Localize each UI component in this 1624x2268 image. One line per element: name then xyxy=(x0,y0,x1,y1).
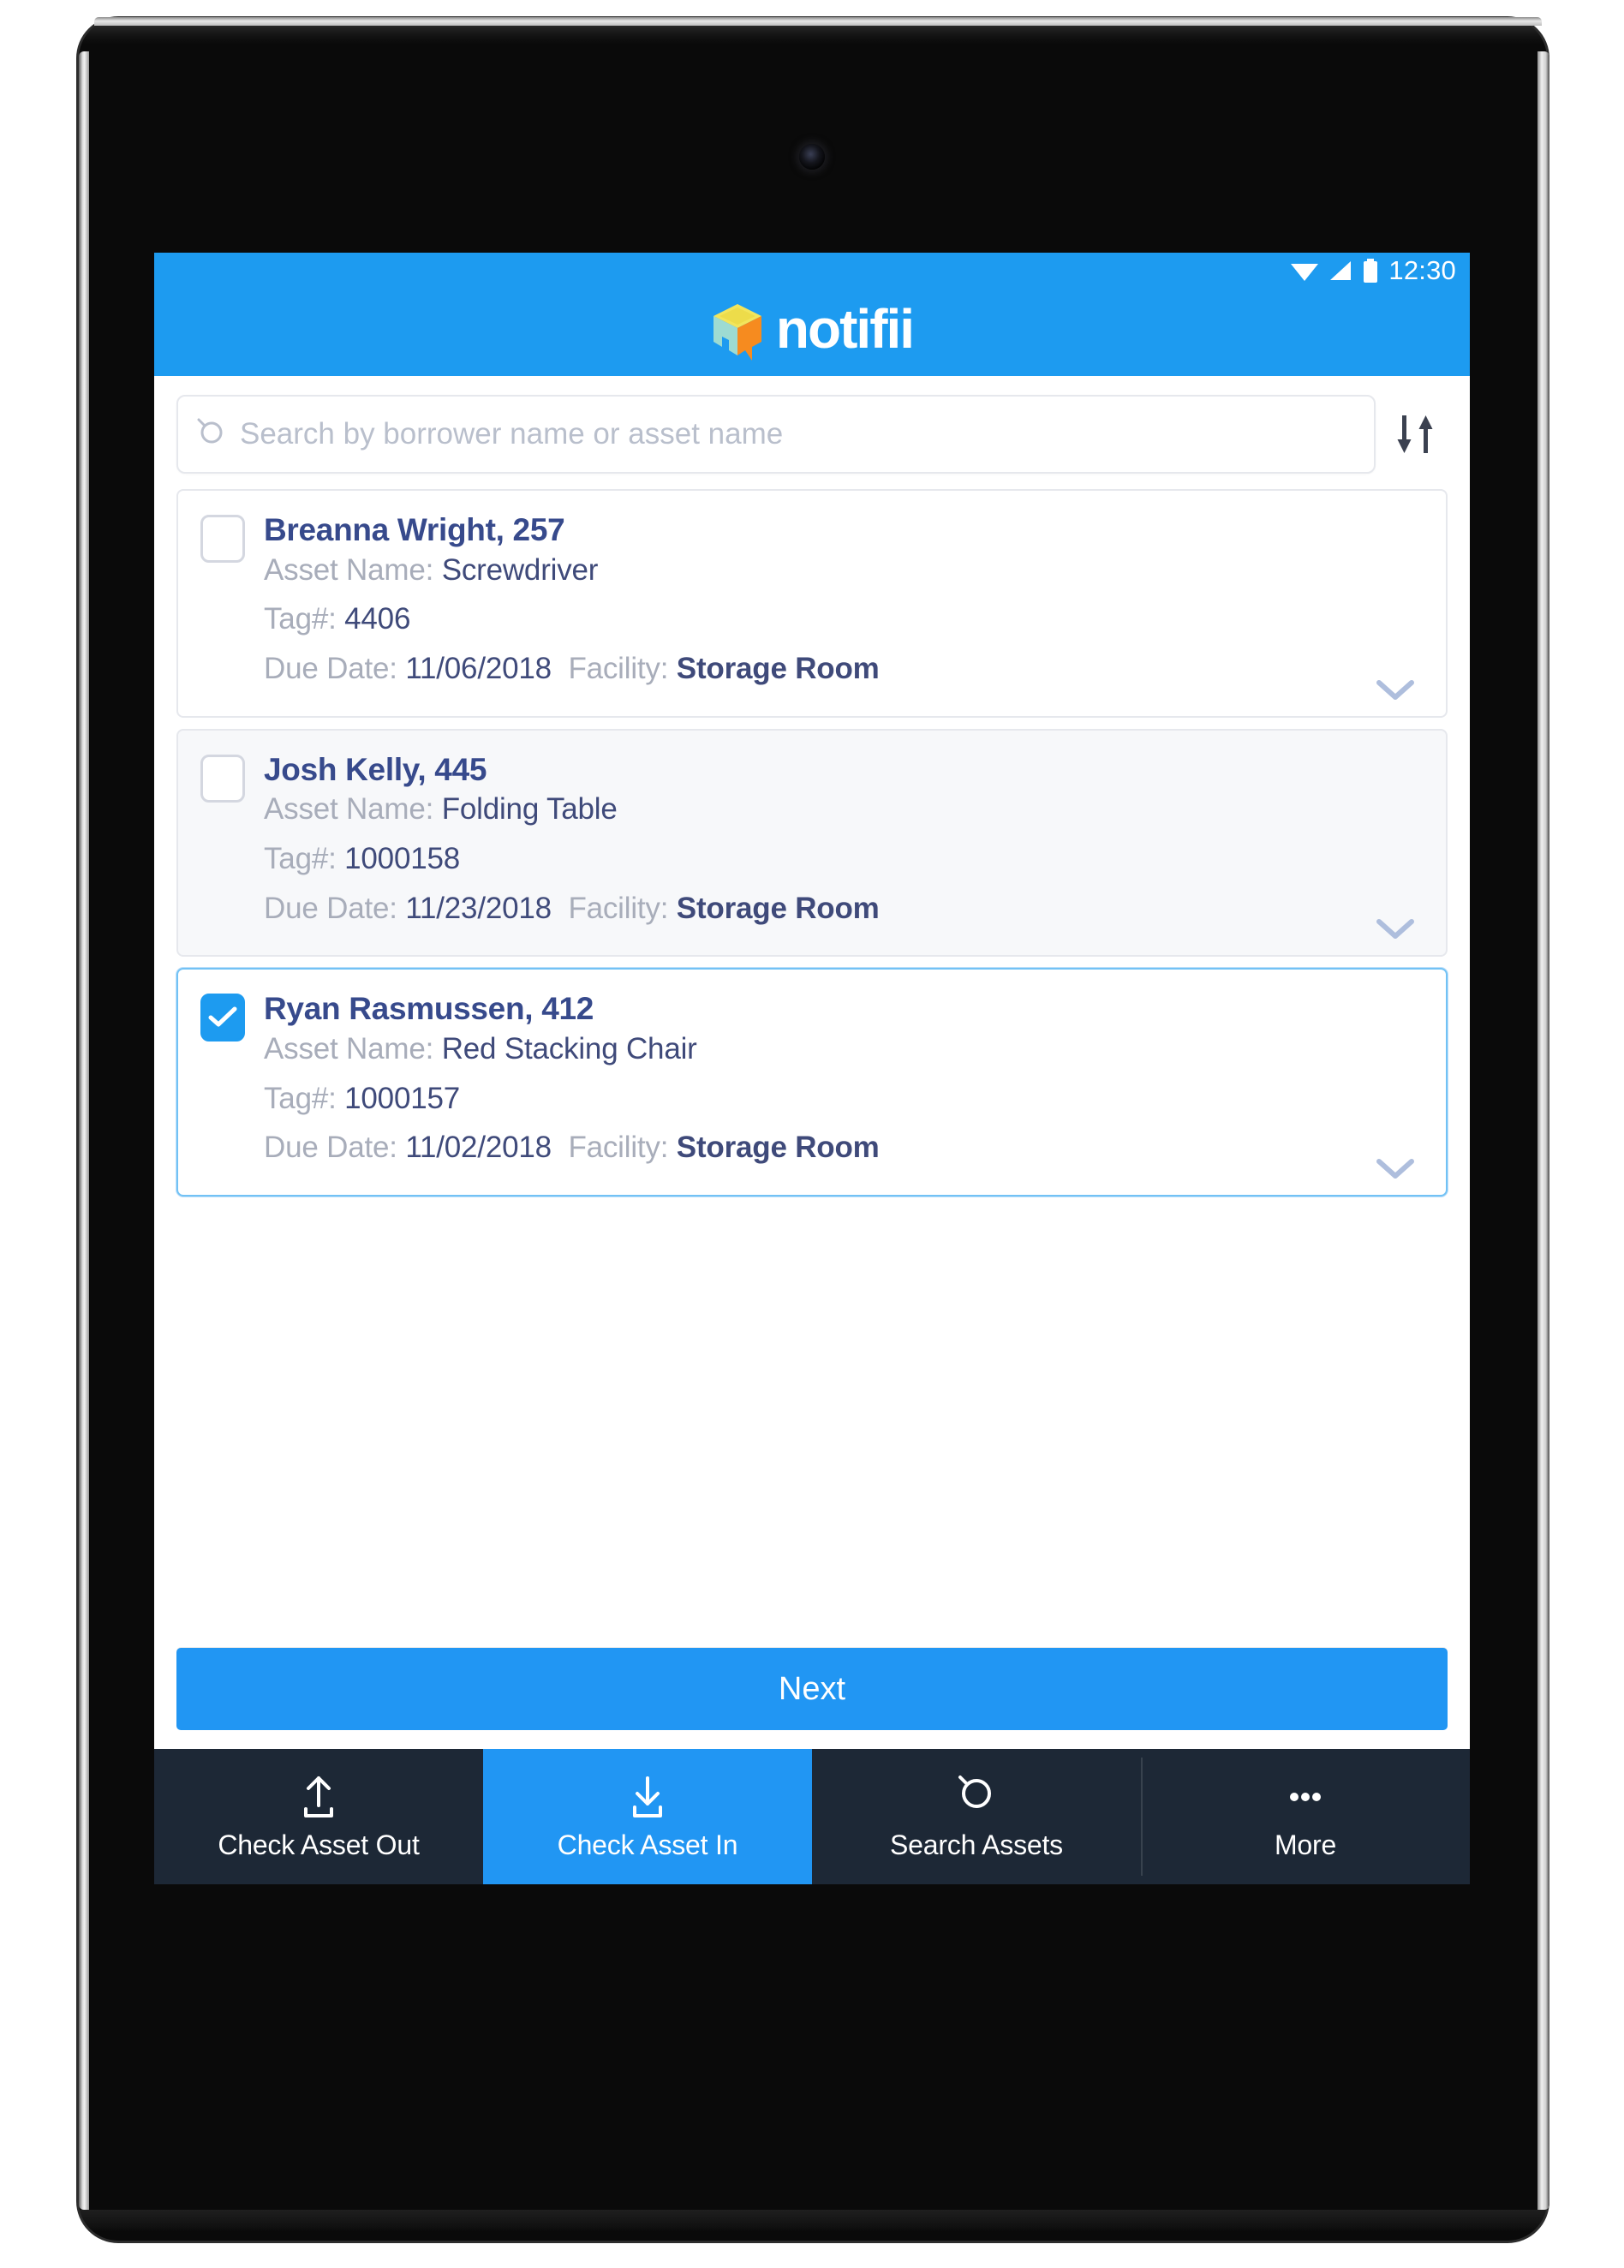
asset-name-line: Asset Name: Red Stacking Chair xyxy=(264,1028,1424,1071)
due-date-value: 11/06/2018 xyxy=(405,652,552,686)
borrower-name: Ryan Rasmussen, 412 xyxy=(264,991,594,1027)
asset-name-line: Asset Name: Screwdriver xyxy=(264,549,1424,592)
asset-name-value: Folding Table xyxy=(441,792,618,827)
brand-name: notifii xyxy=(775,298,915,360)
facility-label: Facility: xyxy=(568,652,669,686)
tag-line: Tag#: 1000157 xyxy=(264,1077,1424,1120)
due-facility-line: Due Date: 11/06/2018 Facility: Storage R… xyxy=(264,648,1424,690)
battery-icon xyxy=(1364,259,1378,283)
asset-checkbox[interactable] xyxy=(200,754,245,803)
facility-value: Storage Room xyxy=(676,1131,880,1165)
bezel-bottom-highlight xyxy=(79,2210,1547,2232)
tag-line: Tag#: 4406 xyxy=(264,598,1424,641)
due-date-value: 11/23/2018 xyxy=(405,891,552,925)
check-icon xyxy=(208,1006,237,1027)
primary-action-area: Next xyxy=(154,1648,1470,1749)
app-bar: notifii xyxy=(154,289,1470,376)
ellipsis-icon xyxy=(1290,1793,1321,1801)
nav-item-search-assets[interactable]: Search Assets xyxy=(812,1749,1141,1884)
tag-line: Tag#: 1000158 xyxy=(264,838,1424,880)
asset-card[interactable]: Ryan Rasmussen, 412 Asset Name: Red Stac… xyxy=(176,968,1448,1197)
chevron-down-icon[interactable] xyxy=(1376,917,1415,941)
search-icon xyxy=(958,1776,991,1808)
asset-checkbox[interactable] xyxy=(200,994,245,1042)
facility-label: Facility: xyxy=(568,891,669,925)
asset-name-line: Asset Name: Folding Table xyxy=(264,788,1424,831)
due-date-value: 11/02/2018 xyxy=(405,1131,552,1165)
chevron-down-icon[interactable] xyxy=(1376,1157,1415,1181)
nav-label: Check Asset In xyxy=(557,1829,738,1860)
due-facility-line: Due Date: 11/23/2018 Facility: Storage R… xyxy=(264,887,1424,930)
asset-name-label: Asset Name: xyxy=(264,792,434,827)
search-row xyxy=(154,376,1470,489)
signal-icon xyxy=(1330,261,1352,280)
bezel-top-highlight xyxy=(79,26,1547,45)
due-facility-line: Due Date: 11/02/2018 Facility: Storage R… xyxy=(264,1126,1424,1169)
search-box[interactable] xyxy=(176,395,1376,474)
device-right-rail xyxy=(1537,51,1549,2210)
facility-value: Storage Room xyxy=(676,652,880,686)
due-date-label: Due Date: xyxy=(264,891,397,925)
borrower-name: Josh Kelly, 445 xyxy=(264,751,487,787)
facility-label: Facility: xyxy=(568,1131,669,1165)
sort-button[interactable] xyxy=(1384,403,1448,466)
nav-item-more[interactable]: More xyxy=(1141,1749,1470,1884)
asset-card[interactable]: Josh Kelly, 445 Asset Name: Folding Tabl… xyxy=(176,728,1448,958)
status-bar: 12:30 xyxy=(154,253,1470,289)
due-date-label: Due Date: xyxy=(264,652,397,686)
device-left-rail xyxy=(79,51,89,2210)
asset-card-body: Ryan Rasmussen, 412 Asset Name: Red Stac… xyxy=(264,988,1424,1169)
chevron-down-icon[interactable] xyxy=(1376,678,1415,702)
nav-label: More xyxy=(1274,1829,1337,1860)
wifi-icon xyxy=(1291,264,1319,281)
sort-arrows-icon xyxy=(1397,415,1433,453)
asset-name-label: Asset Name: xyxy=(264,552,434,587)
device-top-rail xyxy=(94,17,1542,26)
borrower-name: Breanna Wright, 257 xyxy=(264,512,565,547)
tag-value: 4406 xyxy=(344,602,411,636)
asset-card-body: Breanna Wright, 257 Asset Name: Screwdri… xyxy=(264,510,1424,690)
upload-icon xyxy=(304,1776,333,1817)
tag-value: 1000157 xyxy=(344,1081,461,1115)
tablet-screen: 12:30 notifii Search by borrower name or… xyxy=(154,253,1470,1884)
asset-checkbox[interactable] xyxy=(200,515,245,563)
nav-label: Check Asset Out xyxy=(218,1829,420,1860)
asset-name-value: Red Stacking Chair xyxy=(441,1032,697,1066)
bottom-navigation: Check Asset Out Check Asset In Search As… xyxy=(154,1749,1470,1884)
search-icon xyxy=(197,418,223,444)
nav-label: Search Assets xyxy=(890,1829,1063,1860)
next-button[interactable]: Next xyxy=(176,1648,1448,1730)
nav-item-check-asset-out[interactable]: Check Asset Out xyxy=(154,1749,483,1884)
asset-name-label: Asset Name: xyxy=(264,1032,434,1066)
notifii-box-logo-icon xyxy=(713,304,761,361)
search-input[interactable] xyxy=(240,417,1355,451)
download-icon xyxy=(633,1776,662,1817)
due-date-label: Due Date: xyxy=(264,1131,397,1165)
tag-label: Tag#: xyxy=(264,602,337,636)
tag-label: Tag#: xyxy=(264,842,337,876)
asset-name-value: Screwdriver xyxy=(441,552,599,587)
facility-value: Storage Room xyxy=(676,891,880,925)
nav-item-check-asset-in[interactable]: Check Asset In xyxy=(483,1749,812,1884)
front-camera-icon xyxy=(799,144,825,170)
tag-value: 1000158 xyxy=(344,842,461,876)
status-time: 12:30 xyxy=(1388,254,1456,285)
asset-card-body: Josh Kelly, 445 Asset Name: Folding Tabl… xyxy=(264,749,1424,930)
asset-list: Breanna Wright, 257 Asset Name: Screwdri… xyxy=(154,489,1470,1648)
asset-card[interactable]: Breanna Wright, 257 Asset Name: Screwdri… xyxy=(176,489,1448,718)
tag-label: Tag#: xyxy=(264,1081,337,1115)
